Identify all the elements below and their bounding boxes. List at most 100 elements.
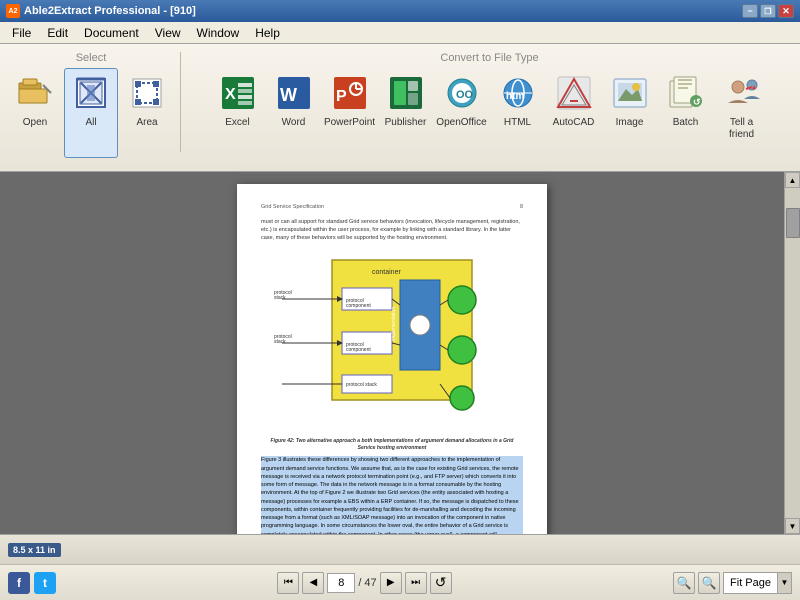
fit-page-dropdown-arrow[interactable]: ▼ xyxy=(777,573,791,593)
publisher-button[interactable]: Publisher xyxy=(379,68,433,158)
html-label: HTML xyxy=(504,117,531,129)
page-header-num: 8 xyxy=(520,204,523,212)
svg-text:implementation: implementation xyxy=(391,307,397,341)
page-container[interactable]: Grid Service Specification 8 must or can… xyxy=(0,172,784,534)
menu-window[interactable]: Window xyxy=(189,24,248,42)
autocad-button[interactable]: AutoCAD xyxy=(547,68,601,158)
scrollbar: ▲ ▼ xyxy=(784,172,800,534)
toolbar-divider-1 xyxy=(180,52,181,152)
svg-text:component: component xyxy=(346,303,371,309)
zoom-controls: 🔍 🔍 Fit Page ▼ xyxy=(673,572,792,594)
menu-document[interactable]: Document xyxy=(76,24,147,42)
scroll-down-button[interactable]: ▼ xyxy=(785,518,800,534)
convert-buttons: X Excel W xyxy=(211,68,769,158)
diagram-container: container protocol component protocol co… xyxy=(261,250,523,430)
excel-button[interactable]: X Excel xyxy=(211,68,265,158)
menu-view[interactable]: View xyxy=(147,24,189,42)
first-page-button[interactable]: ⏮ xyxy=(277,572,299,594)
word-label: Word xyxy=(282,117,306,129)
scroll-up-button[interactable]: ▲ xyxy=(785,172,800,188)
open-button[interactable]: Open xyxy=(8,68,62,158)
zoom-in-button[interactable]: 🔍 xyxy=(698,572,720,594)
twitter-button[interactable]: t xyxy=(34,572,56,594)
document-page: Grid Service Specification 8 must or can… xyxy=(237,184,547,534)
openoffice-button[interactable]: OO OpenOffice xyxy=(435,68,489,158)
tell-a-friend-button[interactable]: Tell a friend xyxy=(715,68,769,158)
area-button[interactable]: Area xyxy=(120,68,174,158)
title-bar-controls: − ❐ ✕ xyxy=(742,4,794,18)
convert-group-label: Convert to File Type xyxy=(440,52,538,64)
area-icon xyxy=(127,73,167,113)
prev-page-button[interactable]: ◀ xyxy=(302,572,324,594)
toolbar: Select Open xyxy=(0,44,800,172)
excel-icon: X xyxy=(218,73,258,113)
svg-text:↺: ↺ xyxy=(693,97,701,107)
openoffice-label: OpenOffice xyxy=(436,117,486,129)
app-title: Able2Extract Professional - [910] xyxy=(24,5,196,17)
facebook-button[interactable]: f xyxy=(8,572,30,594)
menu-file[interactable]: File xyxy=(4,24,39,42)
publisher-icon xyxy=(386,73,426,113)
svg-text:container: container xyxy=(372,269,401,276)
scroll-thumb[interactable] xyxy=(786,208,800,238)
social-icons: f t xyxy=(8,572,56,594)
batch-icon: ↺ xyxy=(666,73,706,113)
html-button[interactable]: htm HTML xyxy=(491,68,545,158)
main-area: Grid Service Specification 8 must or can… xyxy=(0,172,800,534)
page-number-input[interactable] xyxy=(327,573,355,593)
select-group: Select Open xyxy=(4,48,178,171)
word-icon: W xyxy=(274,73,314,113)
excel-label: Excel xyxy=(225,117,249,129)
all-button[interactable]: All xyxy=(64,68,118,158)
title-bar: A2 Able2Extract Professional - [910] − ❐… xyxy=(0,0,800,22)
diagram-caption: Figure 42: Two alternative approach a bo… xyxy=(261,438,523,452)
app-icon: A2 xyxy=(6,4,20,18)
area-label: Area xyxy=(136,117,157,129)
fit-page-label: Fit Page xyxy=(724,577,777,589)
scroll-track xyxy=(785,188,800,518)
menu-help[interactable]: Help xyxy=(247,24,288,42)
image-icon xyxy=(610,73,650,113)
restore-button[interactable]: ❐ xyxy=(760,4,776,18)
total-pages: 47 xyxy=(364,577,376,589)
page-body-highlighted: Figure 3 illustrates these differences b… xyxy=(261,456,523,534)
image-label: Image xyxy=(616,117,644,129)
nav-controls: ⏮ ◀ / 47 ▶ ⏭ ↺ xyxy=(277,572,451,594)
powerpoint-label: PowerPoint xyxy=(324,117,375,129)
status-bar: 8.5 x 11 in xyxy=(0,534,800,564)
svg-text:protocol stack: protocol stack xyxy=(346,382,377,388)
powerpoint-button[interactable]: P PowerPoint xyxy=(323,68,377,158)
page-body-intro: must or can all support for standard Gri… xyxy=(261,218,523,243)
svg-text:stack: stack xyxy=(274,339,286,345)
convert-group: Convert to File Type X Excel xyxy=(183,48,796,171)
close-button[interactable]: ✕ xyxy=(778,4,794,18)
all-label: All xyxy=(85,117,96,129)
refresh-button[interactable]: ↺ xyxy=(430,572,452,594)
autocad-label: AutoCAD xyxy=(553,117,595,129)
size-badge: 8.5 x 11 in xyxy=(8,543,61,557)
all-icon xyxy=(71,73,111,113)
page-header-title: Grid Service Specification xyxy=(261,204,324,212)
open-icon xyxy=(15,73,55,113)
menu-edit[interactable]: Edit xyxy=(39,24,76,42)
last-page-button[interactable]: ⏭ xyxy=(405,572,427,594)
svg-text:OO: OO xyxy=(456,89,474,101)
word-button[interactable]: W Word xyxy=(267,68,321,158)
batch-label: Batch xyxy=(673,117,699,129)
next-page-button[interactable]: ▶ xyxy=(380,572,402,594)
title-bar-left: A2 Able2Extract Professional - [910] xyxy=(6,4,196,18)
toolbar-inner: Select Open xyxy=(4,48,796,171)
html-icon: htm xyxy=(498,73,538,113)
minimize-button[interactable]: − xyxy=(742,4,758,18)
page-separator: / xyxy=(358,577,361,589)
image-button[interactable]: Image xyxy=(603,68,657,158)
fit-page-select[interactable]: Fit Page ▼ xyxy=(723,572,792,594)
zoom-out-button[interactable]: 🔍 xyxy=(673,572,695,594)
svg-text:P: P xyxy=(336,88,347,105)
menu-bar: File Edit Document View Window Help xyxy=(0,22,800,44)
open-label: Open xyxy=(23,117,47,129)
svg-text:X: X xyxy=(225,86,236,103)
bottom-toolbar: f t ⏮ ◀ / 47 ▶ ⏭ ↺ 🔍 🔍 Fit Page ▼ xyxy=(0,564,800,600)
batch-button[interactable]: ↺ Batch xyxy=(659,68,713,158)
select-buttons: Open All xyxy=(8,68,174,158)
